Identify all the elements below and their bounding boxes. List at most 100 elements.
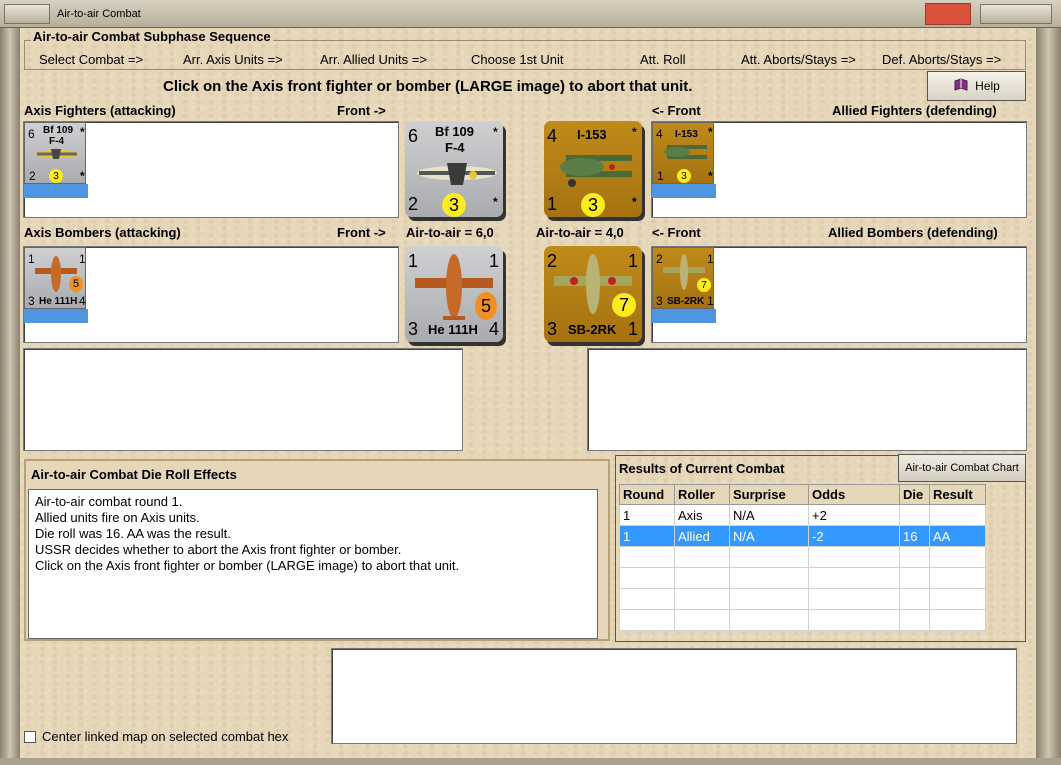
seq-att-roll: Att. Roll	[640, 52, 686, 67]
col-odds[interactable]: Odds	[808, 484, 900, 505]
defense-value: 1	[657, 169, 664, 183]
axis-front-fighter-large[interactable]: 6 Bf 109 F-4 * 2 3 *	[405, 121, 503, 217]
defense-value: 3	[28, 294, 35, 308]
effect-line: USSR decides whether to abort the Axis f…	[35, 542, 402, 557]
allied-front-bomber-large[interactable]: 2 1 7 3 SB-2RK 1	[544, 246, 642, 342]
table-row[interactable]	[619, 546, 986, 568]
cell: 1	[619, 525, 675, 547]
selection-bar	[24, 184, 88, 198]
unit-name: I-153	[577, 127, 607, 142]
table-row-selected[interactable]: 1 Allied N/A -2 16 AA	[619, 525, 986, 547]
defense-value: 3	[408, 319, 419, 339]
i153-plane-icon	[560, 155, 632, 187]
air-to-air-chart-button[interactable]: Air-to-air Combat Chart	[898, 454, 1026, 482]
left-frame	[0, 28, 20, 765]
center-map-label: Center linked map on selected combat hex	[42, 729, 289, 744]
table-row[interactable]: 1 Axis N/A +2	[619, 504, 986, 526]
bf109-plane-icon	[35, 149, 79, 159]
range-circle: 7	[612, 293, 636, 317]
defense-value: 1	[547, 194, 558, 214]
right-frame	[1036, 28, 1061, 765]
allied-info-box	[587, 348, 1027, 451]
attack-value: 4	[656, 127, 663, 141]
unit-name: Bf 109	[435, 124, 475, 139]
range-circle: 3	[442, 193, 466, 217]
cell: N/A	[729, 525, 809, 547]
sequence-title: Air-to-air Combat Subphase Sequence	[31, 29, 273, 44]
star-mark: *	[708, 169, 713, 183]
seq-att-aborts: Att. Aborts/Stays =>	[741, 52, 856, 67]
defense-value: 2	[408, 194, 419, 214]
col-roller[interactable]: Roller	[674, 484, 730, 505]
unit-name: SB-2RK	[667, 296, 705, 307]
bomb-value: 1	[707, 294, 714, 308]
allied-bombers-header: Allied Bombers (defending)	[828, 225, 998, 240]
selection-bar	[24, 309, 88, 323]
axis-fighter-small-counter[interactable]: 6 Bf 109 F-4 * 2 3 *	[24, 122, 88, 198]
defense-value: 2	[29, 169, 36, 183]
cell: AA	[929, 525, 986, 547]
allied-fighter-small-counter[interactable]: 4 I-153 * 1 3 *	[652, 122, 716, 198]
col-surprise[interactable]: Surprise	[729, 484, 809, 505]
results-title: Results of Current Combat	[619, 461, 785, 476]
seq-arr-allied: Arr. Allied Units =>	[320, 52, 427, 67]
star-mark: *	[632, 195, 637, 209]
range-circle: 3	[581, 193, 605, 217]
axis-fighters-header: Axis Fighters (attacking)	[24, 103, 176, 118]
front-left-label-2: <- Front	[652, 225, 701, 240]
col-die[interactable]: Die	[899, 484, 930, 505]
cell: -2	[808, 525, 900, 547]
star-mark: *	[708, 125, 713, 139]
allied-bomber-small-counter[interactable]: 2 1 7 3 SB-2RK 1	[652, 247, 716, 323]
bf109-plane-icon	[417, 163, 497, 185]
die-roll-effects-text: Air-to-air combat round 1. Allied units …	[28, 489, 598, 639]
bomb-value: 4	[489, 319, 500, 339]
help-book-icon	[953, 77, 969, 95]
attack-value-2: 1	[79, 252, 86, 266]
table-row[interactable]	[619, 567, 986, 589]
title-bar: Air-to-air Combat	[0, 0, 1061, 28]
die-roll-effects-title: Air-to-air Combat Die Roll Effects	[31, 467, 237, 482]
col-round[interactable]: Round	[619, 484, 675, 505]
window-controls[interactable]	[980, 4, 1052, 24]
axis-bomber-small-counter[interactable]: 1 1 5 3 He 111H 4	[24, 247, 88, 323]
unit-name: He 111H	[39, 296, 78, 307]
effect-line: Die roll was 16. AA was the result.	[35, 526, 231, 541]
table-row[interactable]	[619, 588, 986, 610]
axis-front-bomber-large[interactable]: 1 1 5 3 He 111H 4	[405, 246, 503, 342]
seq-arr-axis: Arr. Axis Units =>	[183, 52, 283, 67]
range-circle: 3	[49, 169, 63, 183]
cell: 16	[899, 525, 930, 547]
bomb-value: 4	[79, 294, 86, 308]
defense-value: 3	[547, 319, 558, 339]
range-circle: 3	[677, 169, 691, 183]
die-roll-effects-panel: Air-to-air Combat Die Roll Effects Air-t…	[24, 459, 610, 641]
effect-line: Click on the Axis front fighter or bombe…	[35, 558, 460, 573]
effect-line: Allied units fire on Axis units.	[35, 510, 200, 525]
close-button[interactable]	[925, 3, 971, 25]
attack-value-2: 1	[707, 252, 714, 266]
range-circle: 7	[697, 278, 711, 292]
cell	[929, 504, 986, 526]
cell: Axis	[674, 504, 730, 526]
attack-value: 6	[28, 127, 35, 141]
selection-bar	[652, 184, 716, 198]
attack-value: 6	[408, 126, 419, 146]
allied-front-fighter-large[interactable]: 4 I-153 * 1 3 *	[544, 121, 642, 217]
unit-model: F-4	[445, 140, 465, 155]
attack-value: 4	[547, 126, 558, 146]
message-box	[331, 648, 1017, 744]
seq-select-combat: Select Combat =>	[39, 52, 144, 67]
star-mark: *	[632, 125, 637, 139]
table-row[interactable]	[619, 609, 986, 631]
allied-air-to-air-value: Air-to-air = 4,0	[536, 225, 624, 240]
help-button[interactable]: Help	[927, 71, 1026, 101]
star-mark: *	[493, 195, 498, 209]
table-header-row: Round Roller Surprise Odds Die Result	[619, 484, 986, 505]
col-result[interactable]: Result	[929, 484, 986, 505]
window-menu-button[interactable]	[4, 4, 50, 24]
seq-def-aborts: Def. Aborts/Stays =>	[882, 52, 1002, 67]
seq-choose-unit: Choose 1st Unit	[471, 52, 564, 67]
center-map-checkbox[interactable]	[24, 731, 36, 743]
i153-plane-icon	[664, 145, 707, 159]
